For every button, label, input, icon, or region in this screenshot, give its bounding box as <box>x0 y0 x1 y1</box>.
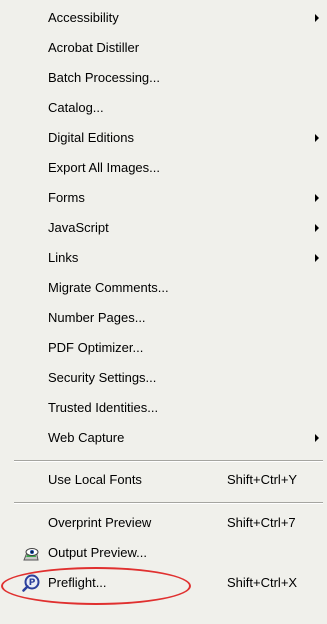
menu-separator <box>14 502 323 504</box>
menu-item-accessibility[interactable]: Accessibility <box>0 3 327 33</box>
highlight-annotation-oval <box>1 567 191 605</box>
advanced-menu: Accessibility Acrobat Distiller Batch Pr… <box>0 0 327 624</box>
menu-item-label: Export All Images... <box>48 160 160 175</box>
menu-item-javascript[interactable]: JavaScript <box>0 213 327 243</box>
menu-item-forms[interactable]: Forms <box>0 183 327 213</box>
menu-item-label: Batch Processing... <box>48 70 160 85</box>
submenu-arrow-icon <box>315 254 319 262</box>
menu-item-number-pages[interactable]: Number Pages... <box>0 303 327 333</box>
menu-item-label: Links <box>48 250 79 265</box>
submenu-arrow-icon <box>315 224 319 232</box>
menu-item-label: Use Local Fonts <box>48 472 142 487</box>
menu-item-label: PDF Optimizer... <box>48 340 144 355</box>
menu-item-batch-processing[interactable]: Batch Processing... <box>0 63 327 93</box>
menu-item-migrate-comments[interactable]: Migrate Comments... <box>0 273 327 303</box>
submenu-arrow-icon <box>315 434 319 442</box>
menu-item-catalog[interactable]: Catalog... <box>0 93 327 123</box>
menu-item-web-capture[interactable]: Web Capture <box>0 423 327 453</box>
menu-item-overprint-preview[interactable]: Overprint Preview Shift+Ctrl+7 <box>0 508 327 538</box>
menu-item-label: Migrate Comments... <box>48 280 169 295</box>
output-preview-icon <box>23 548 39 561</box>
shortcut-label: Shift+Ctrl+7 <box>227 515 296 530</box>
shortcut-label: Shift+Ctrl+X <box>227 575 298 590</box>
menu-item-pdf-optimizer[interactable]: PDF Optimizer... <box>0 333 327 363</box>
submenu-arrow-icon <box>315 14 319 22</box>
menu-item-trusted-identities[interactable]: Trusted Identities... <box>0 393 327 423</box>
menu-item-digital-editions[interactable]: Digital Editions <box>0 123 327 153</box>
menu-item-links[interactable]: Links <box>0 243 327 273</box>
menu-separator <box>14 460 323 462</box>
menu-item-label: Number Pages... <box>48 310 146 325</box>
submenu-arrow-icon <box>315 194 319 202</box>
menu-item-acrobat-distiller[interactable]: Acrobat Distiller <box>0 33 327 63</box>
menu-item-label: JavaScript <box>48 220 109 235</box>
submenu-arrow-icon <box>315 134 319 142</box>
menu-item-label: Accessibility <box>48 10 119 25</box>
menu-item-label: Digital Editions <box>48 130 134 145</box>
menu-item-label: Output Preview... <box>48 545 147 560</box>
menu-item-label: Catalog... <box>48 100 104 115</box>
menu-item-label: Forms <box>48 190 85 205</box>
menu-item-label: Web Capture <box>48 430 125 445</box>
shortcut-label: Shift+Ctrl+Y <box>227 472 298 487</box>
menu-item-security-settings[interactable]: Security Settings... <box>0 363 327 393</box>
menu-item-output-preview[interactable]: Output Preview... <box>0 538 327 568</box>
menu-item-label: Acrobat Distiller <box>48 40 140 55</box>
menu-item-label: Overprint Preview <box>48 515 152 530</box>
menu-item-export-all-images[interactable]: Export All Images... <box>0 153 327 183</box>
menu-item-use-local-fonts[interactable]: Use Local Fonts Shift+Ctrl+Y <box>0 465 327 495</box>
menu-item-label: Security Settings... <box>48 370 157 385</box>
menu-item-label: Trusted Identities... <box>48 400 159 415</box>
